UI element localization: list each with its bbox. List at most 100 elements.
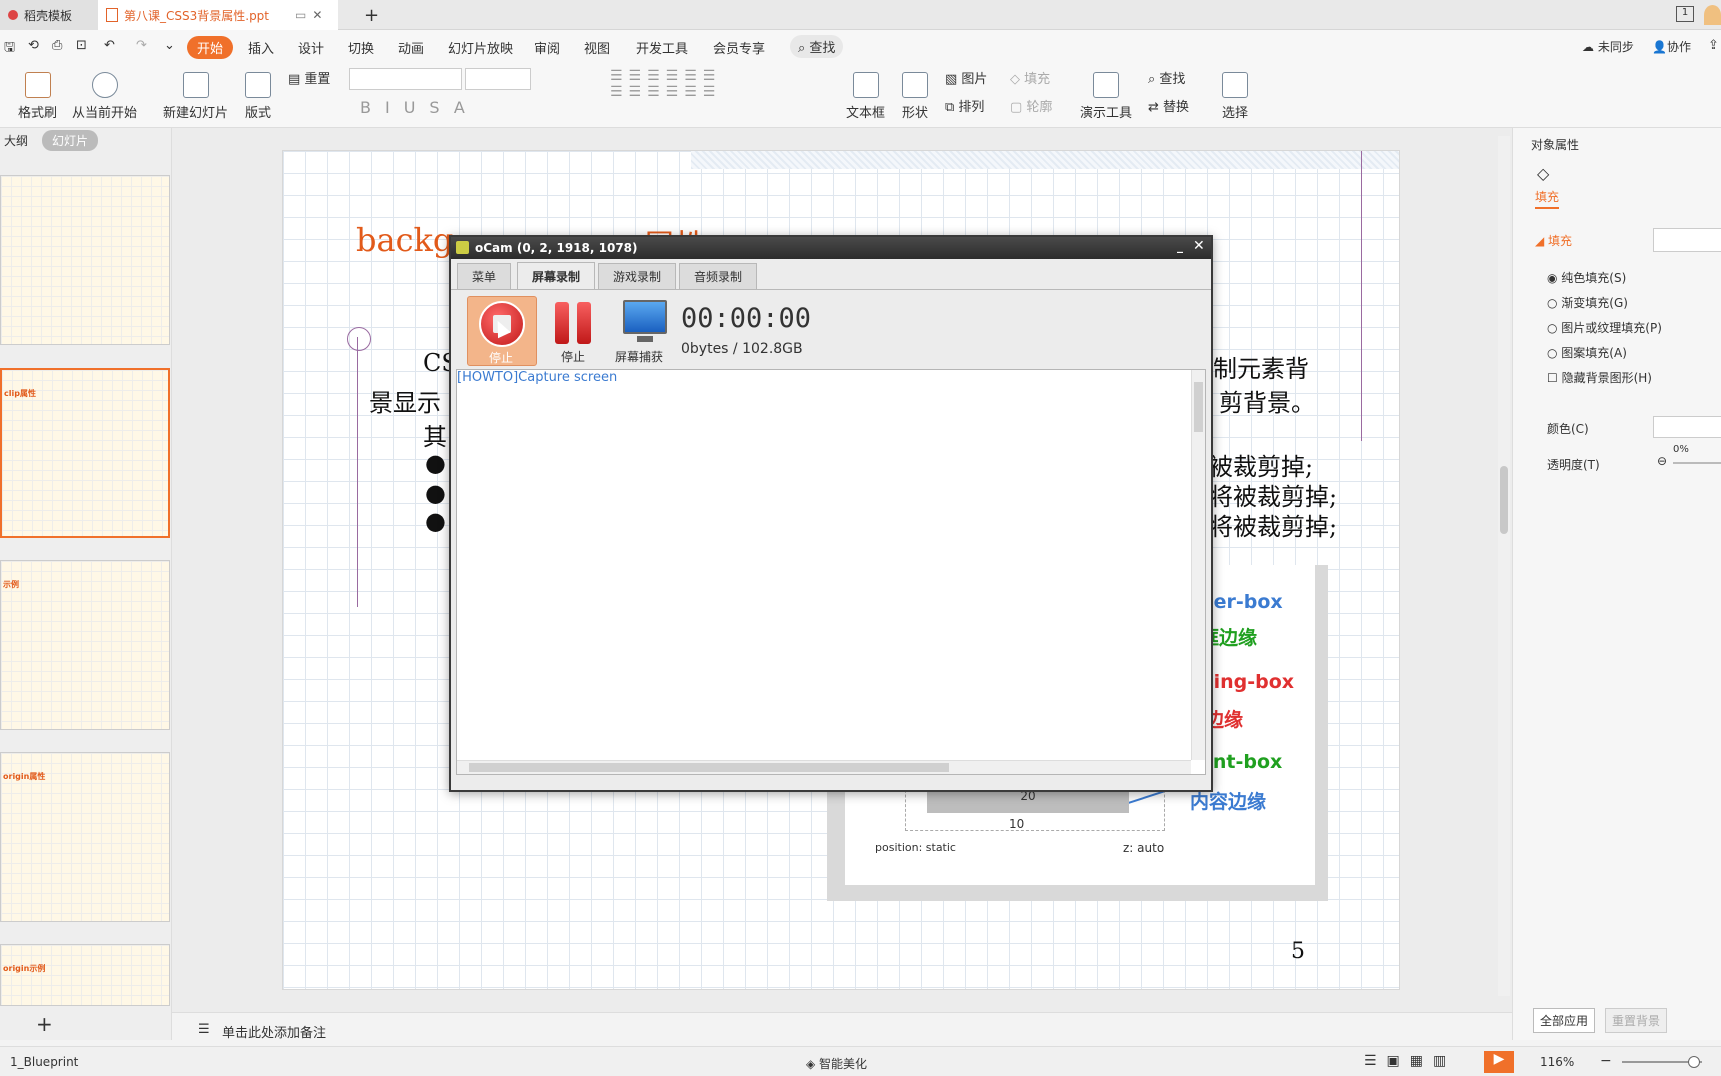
play-slideshow-button[interactable]: ▶ — [1484, 1051, 1514, 1073]
search-box[interactable]: ⌕ 查找 — [790, 35, 844, 58]
shape-button[interactable]: 形状 — [902, 72, 928, 121]
fill-section[interactable]: ◢ 填充 — [1535, 232, 1572, 249]
screen-capture-button[interactable]: 屏幕捕获 — [609, 296, 679, 366]
transparency-value: 0% — [1673, 444, 1689, 455]
outline-button[interactable]: ▢ 轮廓 — [1010, 96, 1052, 115]
beautify-button[interactable]: ◈ 智能美化 — [806, 1055, 867, 1072]
close-icon[interactable]: ✕ — [1193, 238, 1205, 254]
font-family-select[interactable] — [349, 68, 462, 90]
tab-audio-record[interactable]: 音频录制 — [679, 263, 758, 289]
slide-thumbnail[interactable]: origin示例 — [0, 944, 170, 1006]
text-format-buttons[interactable]: BIUSA — [360, 98, 479, 117]
tab-game-record[interactable]: 游戏录制 — [598, 263, 677, 289]
menu-transition[interactable]: 切换 — [348, 38, 374, 57]
window-count-icon[interactable]: 1 — [1676, 6, 1694, 22]
picture-button[interactable]: ▧ 图片 — [945, 68, 987, 87]
print-icon[interactable]: ⎙ — [52, 38, 62, 53]
add-slide-icon[interactable]: + — [36, 1012, 53, 1036]
customize-icon[interactable]: ⌄ — [164, 38, 175, 53]
menu-design[interactable]: 设计 — [298, 38, 324, 57]
slide-thumbnail[interactable] — [0, 175, 170, 345]
minimize-tab-icon[interactable]: ▭ — [295, 8, 306, 22]
menu-developer[interactable]: 开发工具 — [636, 38, 688, 57]
radio-solid-fill[interactable]: ◉ 纯色填充(S) — [1547, 266, 1662, 291]
select-button[interactable]: 选择 — [1222, 72, 1248, 121]
slide-thumbnail-selected[interactable]: clip属性 — [0, 368, 170, 538]
color-picker[interactable] — [1653, 416, 1721, 438]
tab-menu[interactable]: 菜单 — [457, 263, 512, 289]
hide-bg-checkbox[interactable]: ☐ 隐藏背景图形(H) — [1547, 366, 1662, 391]
notes-pane[interactable]: ☰ 单击此处添加备注 — [172, 1012, 1512, 1046]
ocam-window[interactable]: oCam (0, 2, 1918, 1078) _ ✕ 菜单 屏幕录制 游戏录制… — [449, 235, 1213, 792]
radio-gradient-fill[interactable]: ○ 渐变填充(G) — [1547, 291, 1662, 316]
radio-picture-fill[interactable]: ○ 图片或纹理填充(P) — [1547, 316, 1662, 341]
tab-templates[interactable]: 稻壳模板 — [0, 0, 98, 30]
open-icon[interactable]: ⟲ — [28, 38, 39, 53]
close-tab-icon[interactable]: ✕ — [312, 8, 322, 22]
menu-review[interactable]: 审阅 — [534, 38, 560, 57]
apply-all-button[interactable]: 全部应用 — [1533, 1008, 1596, 1033]
avatar[interactable] — [1704, 5, 1721, 25]
radio-checked-icon: ◉ — [1547, 271, 1562, 285]
fill-button[interactable]: ◇ 填充 — [1010, 68, 1050, 87]
preview-icon[interactable]: ⊡ — [76, 38, 87, 53]
zoom-level[interactable]: 116% — [1540, 1055, 1574, 1069]
scrollbar-thumb[interactable] — [469, 763, 949, 772]
format-painter-button[interactable]: 格式刷 — [18, 72, 57, 121]
tab-screen-record[interactable]: 屏幕录制 — [517, 262, 596, 290]
collab-button[interactable]: 👤协作 — [1652, 38, 1691, 55]
menu-member[interactable]: 会员专享 — [713, 38, 765, 57]
slide-thumbnail[interactable]: origin属性 — [0, 752, 170, 922]
layout-button[interactable]: 版式 — [245, 72, 271, 121]
present-tool-button[interactable]: 演示工具 — [1080, 72, 1132, 121]
select-icon — [1222, 72, 1248, 98]
pause-button[interactable]: 停止 — [541, 296, 607, 366]
properties-header[interactable]: 对象属性 — [1531, 136, 1579, 153]
scrollbar-thumb[interactable] — [1500, 466, 1508, 534]
font-size-select[interactable] — [465, 68, 531, 90]
from-current-button[interactable]: 从当前开始 — [72, 72, 137, 121]
paragraph-format-icons[interactable]: ☰☰☰☰☰☰ ☰☰☰☰☰☰ — [610, 68, 830, 120]
status-bar: 1_Blueprint ◈ 智能美化 ☰▣▦▥ ▶ 116% − — [0, 1046, 1721, 1076]
slide-thumbnail[interactable]: 示例 — [0, 560, 170, 730]
transparency-slider[interactable] — [1673, 462, 1721, 464]
reset-background-button[interactable]: 重置背景 — [1605, 1008, 1668, 1033]
ocam-titlebar[interactable]: oCam (0, 2, 1918, 1078) _ ✕ — [451, 237, 1211, 259]
find-button[interactable]: ⌕ 查找 — [1148, 68, 1185, 87]
new-tab-button[interactable]: + — [356, 0, 387, 30]
theme-name: 1_Blueprint — [10, 1055, 79, 1069]
zoom-slider-thumb[interactable] — [1688, 1056, 1700, 1068]
menu-home[interactable]: 开始 — [187, 36, 234, 59]
tab-slides[interactable]: 幻灯片 — [42, 130, 99, 151]
content-vertical-scrollbar[interactable] — [1191, 370, 1205, 760]
content-horizontal-scrollbar[interactable] — [457, 760, 1191, 774]
replace-button[interactable]: ⇄ 替换 — [1148, 96, 1189, 115]
undo-icon[interactable]: ↶ — [104, 38, 115, 53]
menu-insert[interactable]: 插入 — [248, 38, 274, 57]
tab-document[interactable]: 第八课_CSS3背景属性.ppt ▭ ✕ — [98, 0, 338, 30]
textbox-button[interactable]: 文本框 — [846, 72, 885, 121]
sync-status[interactable]: ☁ 未同步 — [1582, 38, 1634, 55]
ocam-content-area[interactable]: [HOWTO]Capture screen — [456, 369, 1206, 775]
new-slide-button[interactable]: 新建幻灯片 — [163, 72, 228, 121]
zoom-out-icon[interactable]: − — [1600, 1053, 1612, 1069]
tab-outline[interactable]: 大纲 — [4, 132, 28, 149]
vertical-scrollbar[interactable] — [1498, 136, 1510, 996]
save-icon[interactable]: 🖫 — [4, 38, 15, 60]
radio-pattern-fill[interactable]: ○ 图案填充(A) — [1547, 341, 1662, 366]
tab-fill[interactable]: 填充 — [1535, 188, 1560, 209]
fill-type-select[interactable] — [1653, 228, 1721, 252]
menu-slideshow[interactable]: 幻灯片放映 — [448, 38, 513, 57]
minus-icon[interactable]: ⊖ — [1657, 454, 1667, 468]
arrange-button[interactable]: ⧉ 排列 — [945, 96, 984, 115]
menu-view[interactable]: 视图 — [584, 38, 610, 57]
sync-label: 未同步 — [1597, 40, 1634, 54]
redo-icon[interactable]: ↷ — [136, 38, 147, 53]
scrollbar-thumb[interactable] — [1194, 382, 1203, 432]
howto-link[interactable]: [HOWTO]Capture screen — [457, 370, 617, 385]
minimize-icon[interactable]: _ — [1177, 239, 1183, 253]
reset-button[interactable]: ▤ 重置 — [288, 68, 330, 87]
menu-animation[interactable]: 动画 — [398, 38, 424, 57]
view-mode-icons[interactable]: ☰▣▦▥ — [1364, 1053, 1456, 1069]
share-icon[interactable]: ⇪ — [1708, 38, 1719, 53]
